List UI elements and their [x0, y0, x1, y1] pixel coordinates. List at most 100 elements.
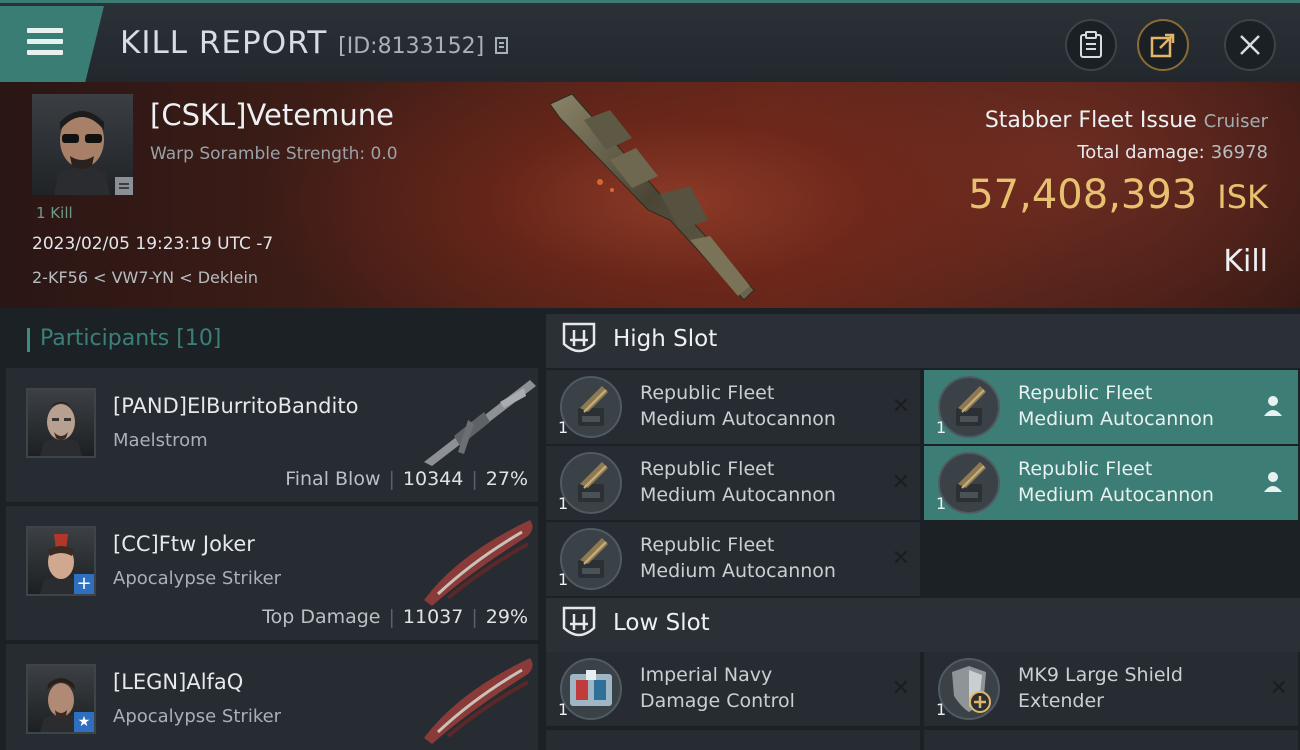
module-quantity: 1 — [936, 494, 947, 513]
separator: | — [388, 606, 395, 628]
module-icon — [938, 376, 1000, 438]
module-icon — [560, 528, 622, 590]
participant-name[interactable]: [PAND]ElBurritoBandito — [113, 394, 358, 418]
participants-title: Participants — [40, 326, 170, 351]
hamburger-icon — [27, 28, 63, 33]
module-name-line2: Extender — [1018, 690, 1104, 712]
module-name-line2: Damage Control — [640, 690, 795, 712]
module-quantity: 1 — [936, 418, 947, 437]
autocannon-icon — [956, 462, 986, 502]
module-tile[interactable]: 1 Republic Fleet Medium Autocannon — [924, 446, 1298, 520]
module-icon — [560, 658, 622, 720]
clipboard-icon — [1080, 31, 1102, 58]
autocannon-icon — [578, 386, 608, 426]
module-name-line2: Medium Autocannon — [1018, 484, 1214, 506]
module-icon — [938, 452, 1000, 514]
module-name-line1: Republic Fleet — [1018, 458, 1153, 480]
participant-stats: Top Damage | 11037 | 29% — [262, 606, 528, 628]
autocannon-icon — [578, 462, 608, 502]
low-slot-icon — [562, 606, 596, 637]
star-badge-icon: ★ — [74, 712, 94, 732]
kill-result: Kill — [1223, 244, 1268, 279]
destroyed-x-icon: ✕ — [891, 470, 910, 495]
hamburger-icon-bar — [27, 39, 63, 44]
close-button[interactable] — [1224, 19, 1276, 71]
module-quantity: 1 — [558, 570, 569, 589]
module-tile[interactable]: 1 Republic Fleet Medium Autocannon ✕ — [546, 370, 920, 444]
plus-badge-icon: + — [74, 574, 94, 594]
separator: | — [471, 468, 478, 490]
person-icon — [1264, 472, 1282, 492]
isk-unit: ISK — [1217, 178, 1268, 216]
module-tile[interactable]: 1 Republic Fleet Medium Autocannon ✕ — [546, 522, 920, 596]
victim-name[interactable]: [CSKL]Vetemune — [150, 98, 394, 132]
participant-avatar: + — [26, 526, 96, 596]
participant-ship-image — [424, 380, 536, 466]
module-name-line2: Medium Autocannon — [640, 408, 836, 430]
ship-name: Stabber Fleet Issue — [984, 108, 1197, 133]
hamburger-icon-bar — [27, 50, 63, 55]
victim-avatar[interactable] — [32, 94, 133, 195]
destroyed-x-icon: ✕ — [1269, 676, 1288, 701]
total-damage-value: 36978 — [1210, 142, 1268, 163]
module-name-line1: Republic Fleet — [640, 534, 775, 556]
kill-timestamp: 2023/02/05 19:23:19 UTC -7 — [32, 234, 274, 254]
module-icon — [560, 452, 622, 514]
participant-ship-image — [424, 520, 533, 606]
participant-name[interactable]: [CC]Ftw Joker — [113, 532, 255, 556]
separator: | — [471, 606, 478, 628]
module-tile[interactable]: 1 Imperial Navy Damage Control ✕ — [546, 652, 920, 726]
accent-bar — [27, 328, 30, 352]
module-name-line2: Medium Autocannon — [640, 560, 836, 582]
module-tile[interactable]: 1 Republic Fleet Medium Autocannon — [924, 370, 1298, 444]
high-slot-icon — [562, 322, 596, 353]
participant-avatar: ★ — [26, 664, 96, 734]
share-icon — [1150, 33, 1175, 58]
participants-panel: Participants [10] [PAND]ElBurritoBandito… — [6, 318, 538, 750]
victim-ship-image — [549, 93, 755, 301]
module-tile-partial — [546, 730, 920, 750]
person-icon — [1264, 396, 1282, 416]
participants-count: [10] — [176, 326, 222, 351]
participant-row[interactable]: ★ [LEGN]AlfaQ Apocalypse Striker — [6, 644, 538, 750]
module-quantity: 1 — [936, 700, 947, 719]
participant-row[interactable]: + [CC]Ftw Joker Apocalypse Striker Top D… — [6, 506, 538, 640]
report-id: [ID:8133152] — [338, 34, 485, 59]
victim-ship[interactable]: Stabber Fleet Issue Cruiser — [985, 108, 1268, 133]
destroyed-x-icon: ✕ — [891, 546, 910, 571]
destroyed-x-icon: ✕ — [891, 394, 910, 419]
participant-stats: Final Blow | 10344 | 27% — [285, 468, 528, 490]
isk-value: 57,408,393 ISK — [968, 172, 1268, 218]
autocannon-icon — [956, 386, 986, 426]
participant-row[interactable]: [PAND]ElBurritoBandito Maelstrom Final B… — [6, 368, 538, 502]
clipboard-button[interactable] — [1065, 19, 1117, 71]
module-icon — [938, 658, 1000, 720]
separator: | — [388, 468, 395, 490]
warp-scramble-strength: Warp Soramble Strength: 0.0 — [150, 144, 398, 164]
total-damage: Total damage: 36978 — [1077, 142, 1268, 163]
module-name-line2: Medium Autocannon — [640, 484, 836, 506]
share-button[interactable] — [1137, 19, 1189, 71]
copy-icon[interactable] — [495, 35, 511, 55]
module-tile[interactable]: 1 MK9 Large Shield Extender ✕ — [924, 652, 1298, 726]
module-tile[interactable]: 1 Republic Fleet Medium Autocannon ✕ — [546, 446, 920, 520]
menu-button[interactable] — [0, 6, 104, 82]
participant-name[interactable]: [LEGN]AlfaQ — [113, 670, 243, 694]
kill-count: 1 Kill — [36, 204, 73, 222]
module-icon — [560, 376, 622, 438]
autocannon-icon — [578, 538, 608, 578]
participant-damage-pct: 29% — [485, 606, 528, 628]
participant-ship: Maelstrom — [113, 430, 208, 451]
low-slot-label: Low Slot — [613, 610, 710, 636]
participants-label: Participants [10] — [40, 326, 221, 351]
total-damage-label: Total damage: — [1077, 142, 1205, 163]
participant-ship-image — [424, 658, 533, 744]
victim-banner: [CSKL]Vetemune Warp Soramble Strength: 0… — [0, 82, 1300, 308]
module-quantity: 1 — [558, 418, 569, 437]
destroyed-x-icon: ✕ — [891, 676, 910, 701]
module-name-line1: Republic Fleet — [640, 458, 775, 480]
module-quantity: 1 — [558, 700, 569, 719]
isk-amount: 57,408,393 — [968, 172, 1198, 218]
module-name-line1: Republic Fleet — [640, 382, 775, 404]
header-bar: KILL REPORT [ID:8133152] — [0, 0, 1300, 82]
